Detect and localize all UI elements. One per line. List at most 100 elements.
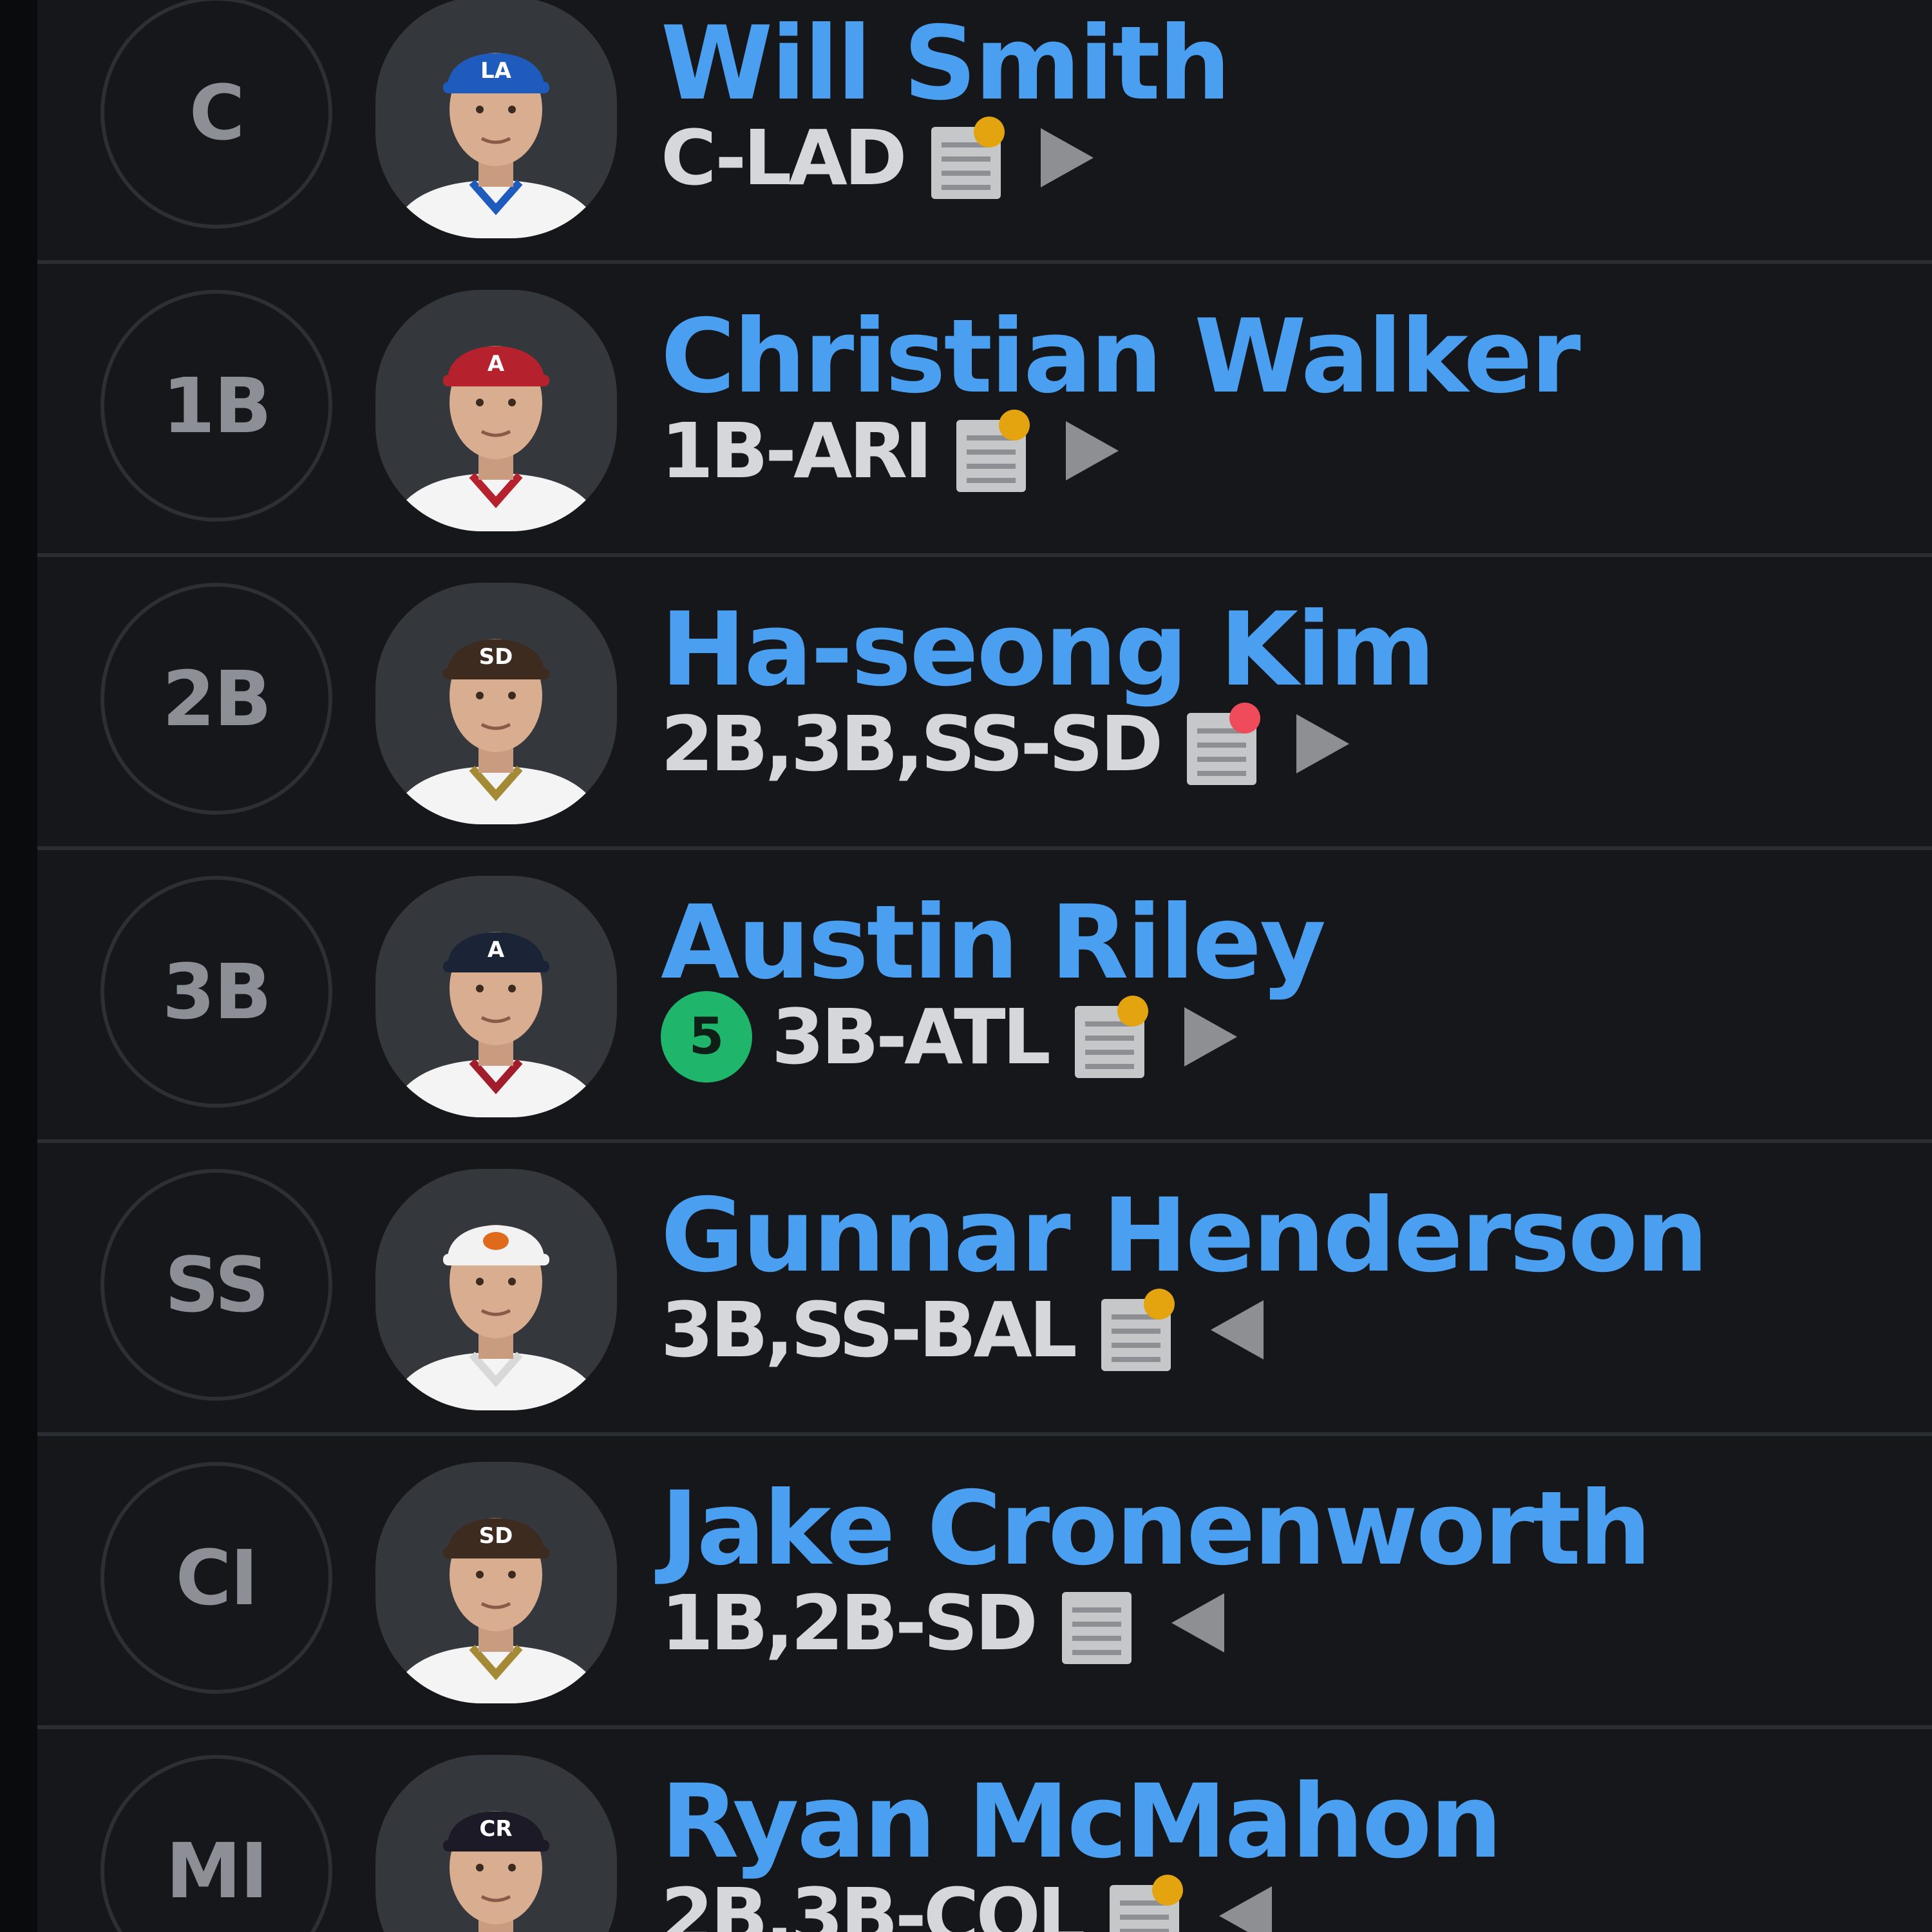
player-name-link[interactable]: Ryan McMahon bbox=[661, 1771, 1502, 1873]
player-headshot-icon: A bbox=[388, 932, 604, 1117]
player-meta: 1B-ARI bbox=[661, 402, 1119, 499]
player-name-link[interactable]: Gunnar Henderson bbox=[661, 1185, 1709, 1287]
caret-left-icon[interactable] bbox=[1171, 1593, 1224, 1653]
svg-text:A: A bbox=[488, 351, 505, 377]
lineup-slot-badge[interactable]: 3B bbox=[100, 876, 332, 1108]
eligible-positions-team: C-LAD bbox=[661, 113, 907, 202]
player-headshot[interactable]: A bbox=[375, 290, 617, 531]
note-line bbox=[1197, 743, 1247, 748]
svg-text:SD: SD bbox=[479, 1523, 513, 1549]
player-headshot[interactable]: A bbox=[375, 876, 617, 1117]
roster-row: CI SD Jake Cronenworth 1B,2B-SD bbox=[37, 1436, 1932, 1729]
note-line bbox=[1072, 1650, 1121, 1655]
note-line bbox=[1197, 771, 1247, 776]
player-headshot[interactable]: SD bbox=[375, 1462, 617, 1703]
player-note-icon[interactable] bbox=[931, 117, 1005, 199]
player-headshot-icon: SD bbox=[388, 639, 604, 824]
roster-row: 1B A Christian Walker 1B-ARI bbox=[37, 264, 1932, 557]
svg-text:LA: LA bbox=[480, 58, 512, 84]
player-meta: 5 3B-ATL bbox=[661, 989, 1237, 1085]
note-line bbox=[941, 171, 990, 176]
eligible-positions-team: 3B-ATL bbox=[772, 992, 1051, 1081]
note-line bbox=[941, 156, 990, 162]
player-headshot-icon: CR bbox=[443, 1811, 549, 1932]
caret-left-icon[interactable] bbox=[1210, 1300, 1264, 1359]
player-headshot[interactable] bbox=[375, 1169, 617, 1410]
status-badge[interactable]: 5 bbox=[661, 991, 752, 1083]
note-line bbox=[1120, 1929, 1169, 1932]
note-line bbox=[1111, 1329, 1160, 1334]
note-line bbox=[967, 464, 1016, 469]
note-line bbox=[1111, 1343, 1160, 1348]
roster-row: MI CR Ryan McMahon 2B,3B-COL bbox=[37, 1729, 1932, 1932]
new-note-indicator-icon bbox=[1152, 1875, 1183, 1906]
roster-list: C LA Will Smith C-LAD 1B A Christian Walker 1B-… bbox=[37, 0, 1932, 1932]
left-edge-bar bbox=[0, 0, 37, 1932]
player-headshot-icon: LA bbox=[388, 53, 604, 238]
roster-row: 3B A Austin Riley 5 3B-ATL bbox=[37, 850, 1932, 1143]
player-note-icon[interactable] bbox=[956, 410, 1030, 492]
note-line bbox=[967, 450, 1016, 455]
player-name-link[interactable]: Christian Walker bbox=[661, 306, 1581, 408]
note-line bbox=[1072, 1607, 1121, 1613]
note-line bbox=[1111, 1357, 1160, 1362]
new-note-indicator-icon bbox=[1117, 996, 1148, 1027]
player-meta: C-LAD bbox=[661, 109, 1094, 206]
lineup-slot-badge[interactable]: CI bbox=[100, 1462, 332, 1694]
roster-row: 2B SD Ha-seong Kim 2B,3B,SS-SD bbox=[37, 557, 1932, 850]
note-line bbox=[1197, 757, 1247, 762]
svg-text:SD: SD bbox=[479, 644, 513, 670]
note-line bbox=[1120, 1915, 1169, 1920]
roster-row: C LA Will Smith C-LAD bbox=[37, 0, 1932, 264]
eligible-positions-team: 1B,2B-SD bbox=[661, 1578, 1038, 1667]
lineup-slot-badge[interactable]: SS bbox=[100, 1169, 332, 1401]
caret-right-icon[interactable] bbox=[1066, 421, 1119, 480]
new-note-indicator-icon bbox=[999, 410, 1030, 440]
note-line bbox=[1084, 1050, 1134, 1055]
player-note-icon[interactable] bbox=[1110, 1875, 1183, 1932]
player-name-link[interactable]: Austin Riley bbox=[661, 892, 1326, 994]
note-line bbox=[1084, 1036, 1134, 1041]
note-line bbox=[941, 185, 990, 190]
note-line bbox=[967, 478, 1016, 483]
caret-right-icon[interactable] bbox=[1184, 1007, 1237, 1066]
player-name-link[interactable]: Jake Cronenworth bbox=[661, 1478, 1651, 1580]
lineup-slot-badge[interactable]: MI bbox=[100, 1755, 332, 1932]
eligible-positions-team: 3B,SS-BAL bbox=[661, 1285, 1077, 1374]
eligible-positions-team: 1B-ARI bbox=[661, 406, 933, 495]
lineup-slot-badge[interactable]: 1B bbox=[100, 290, 332, 522]
player-note-icon[interactable] bbox=[1061, 1582, 1132, 1664]
lineup-slot-badge[interactable]: 2B bbox=[100, 583, 332, 815]
player-meta: 3B,SS-BAL bbox=[661, 1282, 1264, 1378]
player-meta: 1B,2B-SD bbox=[661, 1575, 1224, 1671]
caret-left-icon[interactable] bbox=[1219, 1886, 1272, 1932]
player-headshot-icon: A bbox=[388, 346, 604, 531]
player-meta: 2B,3B-COL bbox=[661, 1868, 1272, 1932]
page: C LA Will Smith C-LAD 1B A Christian Walker 1B-… bbox=[0, 0, 1932, 1932]
player-note-icon[interactable] bbox=[1074, 996, 1148, 1078]
player-headshot[interactable]: SD bbox=[375, 583, 617, 824]
eligible-positions-team: 2B,3B,SS-SD bbox=[661, 699, 1163, 788]
svg-text:CR: CR bbox=[479, 1816, 512, 1842]
player-headshot-icon bbox=[388, 1225, 604, 1410]
new-note-indicator-icon bbox=[973, 117, 1005, 147]
note-line bbox=[1084, 1064, 1134, 1069]
note-line bbox=[1072, 1636, 1121, 1641]
caret-right-icon[interactable] bbox=[1040, 128, 1094, 187]
roster-row: SS Gunnar Henderson 3B,SS-BAL bbox=[37, 1143, 1932, 1436]
player-headshot-icon: SD bbox=[388, 1518, 604, 1703]
eligible-positions-team: 2B,3B-COL bbox=[661, 1871, 1086, 1932]
new-note-indicator-icon bbox=[1143, 1289, 1175, 1320]
player-note-icon[interactable] bbox=[1101, 1289, 1175, 1371]
svg-text:A: A bbox=[488, 937, 505, 963]
player-headshot[interactable]: CR bbox=[375, 1755, 617, 1932]
caret-right-icon[interactable] bbox=[1296, 714, 1350, 773]
player-name-link[interactable]: Ha-seong Kim bbox=[661, 599, 1435, 701]
player-headshot[interactable]: LA bbox=[375, 0, 617, 238]
lineup-slot-badge[interactable]: C bbox=[100, 0, 332, 229]
new-note-indicator-icon bbox=[1229, 703, 1261, 734]
player-name-link[interactable]: Will Smith bbox=[661, 13, 1231, 115]
player-meta: 2B,3B,SS-SD bbox=[661, 696, 1350, 792]
player-note-icon[interactable] bbox=[1187, 703, 1261, 785]
note-line bbox=[1072, 1622, 1121, 1627]
